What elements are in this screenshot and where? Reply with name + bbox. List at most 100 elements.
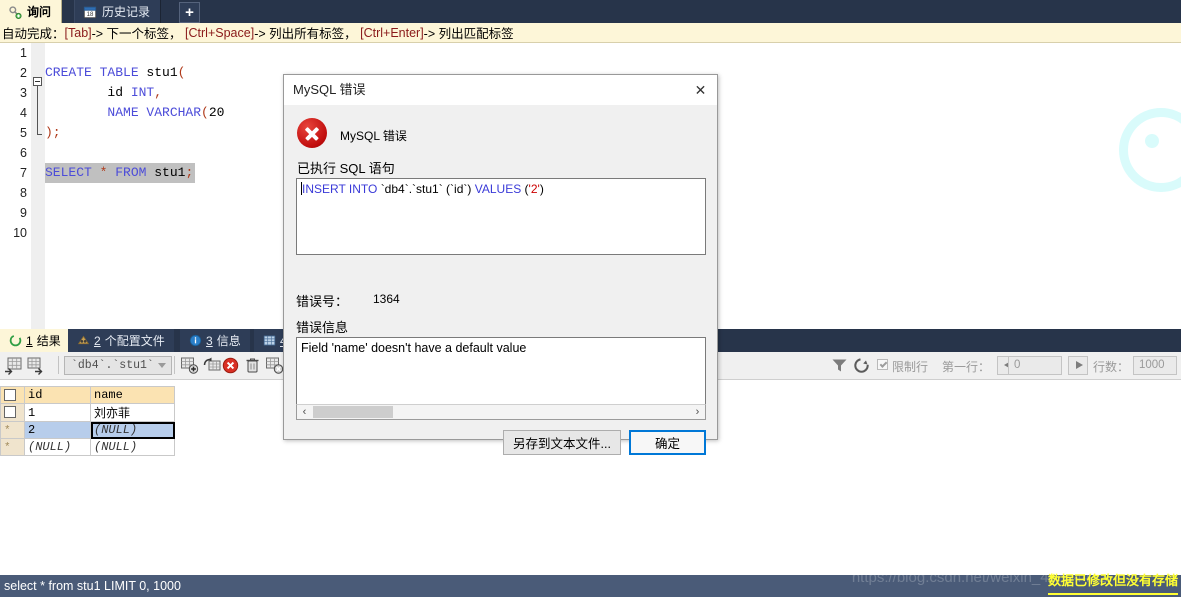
error-message-scrollbar[interactable]: ‹ › [296, 404, 706, 420]
result-tab-profiles[interactable]: 2 个配置文件 [68, 329, 174, 352]
code-token: NAME VARCHAR [107, 105, 202, 120]
fold-guide-line [37, 86, 38, 134]
key-icon [9, 5, 22, 19]
first-row-label: 第一行： [942, 360, 991, 374]
hint-key-ctrl-space: [Ctrl+Space] [185, 25, 255, 40]
result-tab-profiles-num: 2 [94, 333, 101, 348]
code-token: ( [201, 105, 209, 120]
hint-text-ctrl-enter: -> 列出匹配标签 [423, 27, 514, 41]
sql-token: VALUES [474, 182, 525, 196]
result-tab-info-num: 3 [206, 333, 213, 348]
executed-sql-box[interactable]: INSERT INTO `db4`.`stu1` (`id`) VALUES (… [296, 178, 706, 255]
cell-name[interactable]: (NULL) [90, 438, 175, 456]
first-row-input[interactable]: 0 [1008, 356, 1062, 375]
select-all-cell[interactable] [0, 386, 25, 404]
line-number: 6 [20, 146, 27, 160]
row-checkbox[interactable] [4, 406, 16, 419]
code-line[interactable] [45, 43, 1181, 63]
line-number: 10 [13, 226, 27, 240]
executed-sql-label: 已执行 SQL 语句 [297, 161, 395, 176]
grid-header-row: id name [0, 386, 175, 404]
row-marker-cell[interactable]: * [0, 438, 25, 456]
table-row[interactable]: * (NULL) (NULL) [0, 438, 175, 456]
code-token: stu1 [154, 165, 186, 180]
result-tab-info[interactable]: 3 信息 [180, 329, 250, 352]
duplicate-row-icon[interactable] [203, 356, 222, 375]
status-query-text: select * from stu1 LIMIT 0, 1000 [4, 579, 181, 593]
column-header-name[interactable]: name [90, 386, 175, 404]
scroll-right-icon[interactable]: › [690, 405, 705, 419]
hint-text-ctrl-space: -> 列出所有标签， [254, 27, 357, 41]
error-no-value: 1364 [373, 292, 400, 306]
fold-toggle-icon[interactable] [33, 77, 42, 86]
cell-id[interactable]: (NULL) [24, 438, 91, 456]
line-number: 3 [20, 86, 27, 100]
code-token: INT [130, 85, 155, 100]
mysql-error-dialog[interactable]: MySQL 错误 ✕ MySQL 错误 已执行 SQL 语句 INSERT IN… [283, 74, 718, 455]
hint-text-tab: -> 下一个标签， [91, 27, 182, 41]
svg-text:18: 18 [87, 10, 94, 17]
row-count-input[interactable]: 1000 [1133, 356, 1177, 375]
info-icon [189, 334, 202, 347]
line-number: 5 [20, 126, 27, 140]
table-row[interactable]: * 2 (NULL) [0, 421, 175, 439]
refresh-icon[interactable] [852, 356, 871, 375]
row-marker-cell[interactable] [0, 403, 25, 422]
code-token: ; [185, 165, 194, 180]
next-page-button[interactable] [1068, 356, 1088, 375]
filter-icon[interactable] [830, 356, 849, 375]
close-icon[interactable]: ✕ [684, 75, 717, 104]
new-row-star-icon: * [4, 442, 11, 454]
grid-export-icon[interactable] [26, 356, 45, 375]
select-all-checkbox[interactable] [4, 388, 16, 401]
tab-history-label: 历史记录 [102, 5, 151, 19]
line-number: 9 [20, 206, 27, 220]
cell-name[interactable]: 刘亦菲 [90, 403, 175, 422]
tab-query[interactable]: 询问 [0, 0, 63, 23]
dialog-title-bar: MySQL 错误 ✕ [284, 75, 717, 105]
hint-prefix: 自动完成： [2, 27, 65, 41]
table-row[interactable]: 1 刘亦菲 [0, 403, 175, 422]
error-icon [297, 118, 327, 148]
trash-icon[interactable] [243, 356, 262, 375]
dialog-body: MySQL 错误 已执行 SQL 语句 INSERT INTO `db4`.`s… [284, 105, 717, 455]
result-data-grid[interactable]: id name 1 刘亦菲 * 2 (NULL) * (NULL) (NULL) [0, 386, 175, 456]
limit-rows-checkbox[interactable] [877, 359, 888, 370]
discard-changes-icon[interactable] [265, 356, 284, 375]
row-count-label: 行数： [1093, 360, 1130, 374]
delete-row-icon[interactable] [221, 356, 240, 375]
save-to-file-button[interactable]: 另存到文本文件... [503, 430, 621, 455]
table-select[interactable]: `db4`.`stu1` [64, 356, 172, 375]
sql-token: ) [539, 182, 544, 196]
result-tab-result[interactable]: 1 结果 [0, 329, 70, 352]
error-heading: MySQL 错误 [340, 129, 407, 143]
result-tab-result-num: 1 [26, 333, 33, 348]
line-number: 1 [20, 46, 27, 60]
error-no-label: 错误号： [296, 294, 349, 309]
new-tab-button[interactable]: + [179, 2, 200, 23]
sql-token: INSERT INTO [302, 182, 381, 196]
annotation-label: 数据已修改但没有存储 [1047, 570, 1178, 595]
scrollbar-thumb[interactable] [313, 406, 393, 418]
editor-tab-strip: 询问 18 历史记录 + [0, 0, 1181, 24]
limit-rows-label: 限制行 [892, 360, 929, 374]
row-marker-cell[interactable]: * [0, 421, 25, 439]
status-bar: select * from stu1 LIMIT 0, 1000 https:/… [0, 569, 1181, 597]
cell-name[interactable]: (NULL) [90, 421, 175, 439]
scroll-left-icon[interactable]: ‹ [297, 405, 312, 419]
cell-id[interactable]: 2 [24, 421, 91, 439]
tab-history[interactable]: 18 历史记录 [74, 0, 162, 23]
code-token: ); [45, 125, 61, 140]
fold-guide-foot [37, 134, 42, 135]
error-message-box[interactable]: Field 'name' doesn't have a default valu… [296, 337, 706, 414]
column-header-id[interactable]: id [24, 386, 91, 404]
ok-button[interactable]: 确定 [629, 430, 706, 455]
calendar-icon: 18 [83, 6, 97, 18]
code-token: CREATE TABLE [45, 65, 147, 80]
add-row-icon[interactable] [180, 356, 199, 375]
grid-view-icon[interactable] [4, 356, 23, 375]
table-select-caret-icon[interactable] [158, 363, 166, 368]
code-token: stu1 [146, 65, 178, 80]
cell-id[interactable]: 1 [24, 403, 91, 422]
hint-key-tab: [Tab] [64, 25, 92, 40]
